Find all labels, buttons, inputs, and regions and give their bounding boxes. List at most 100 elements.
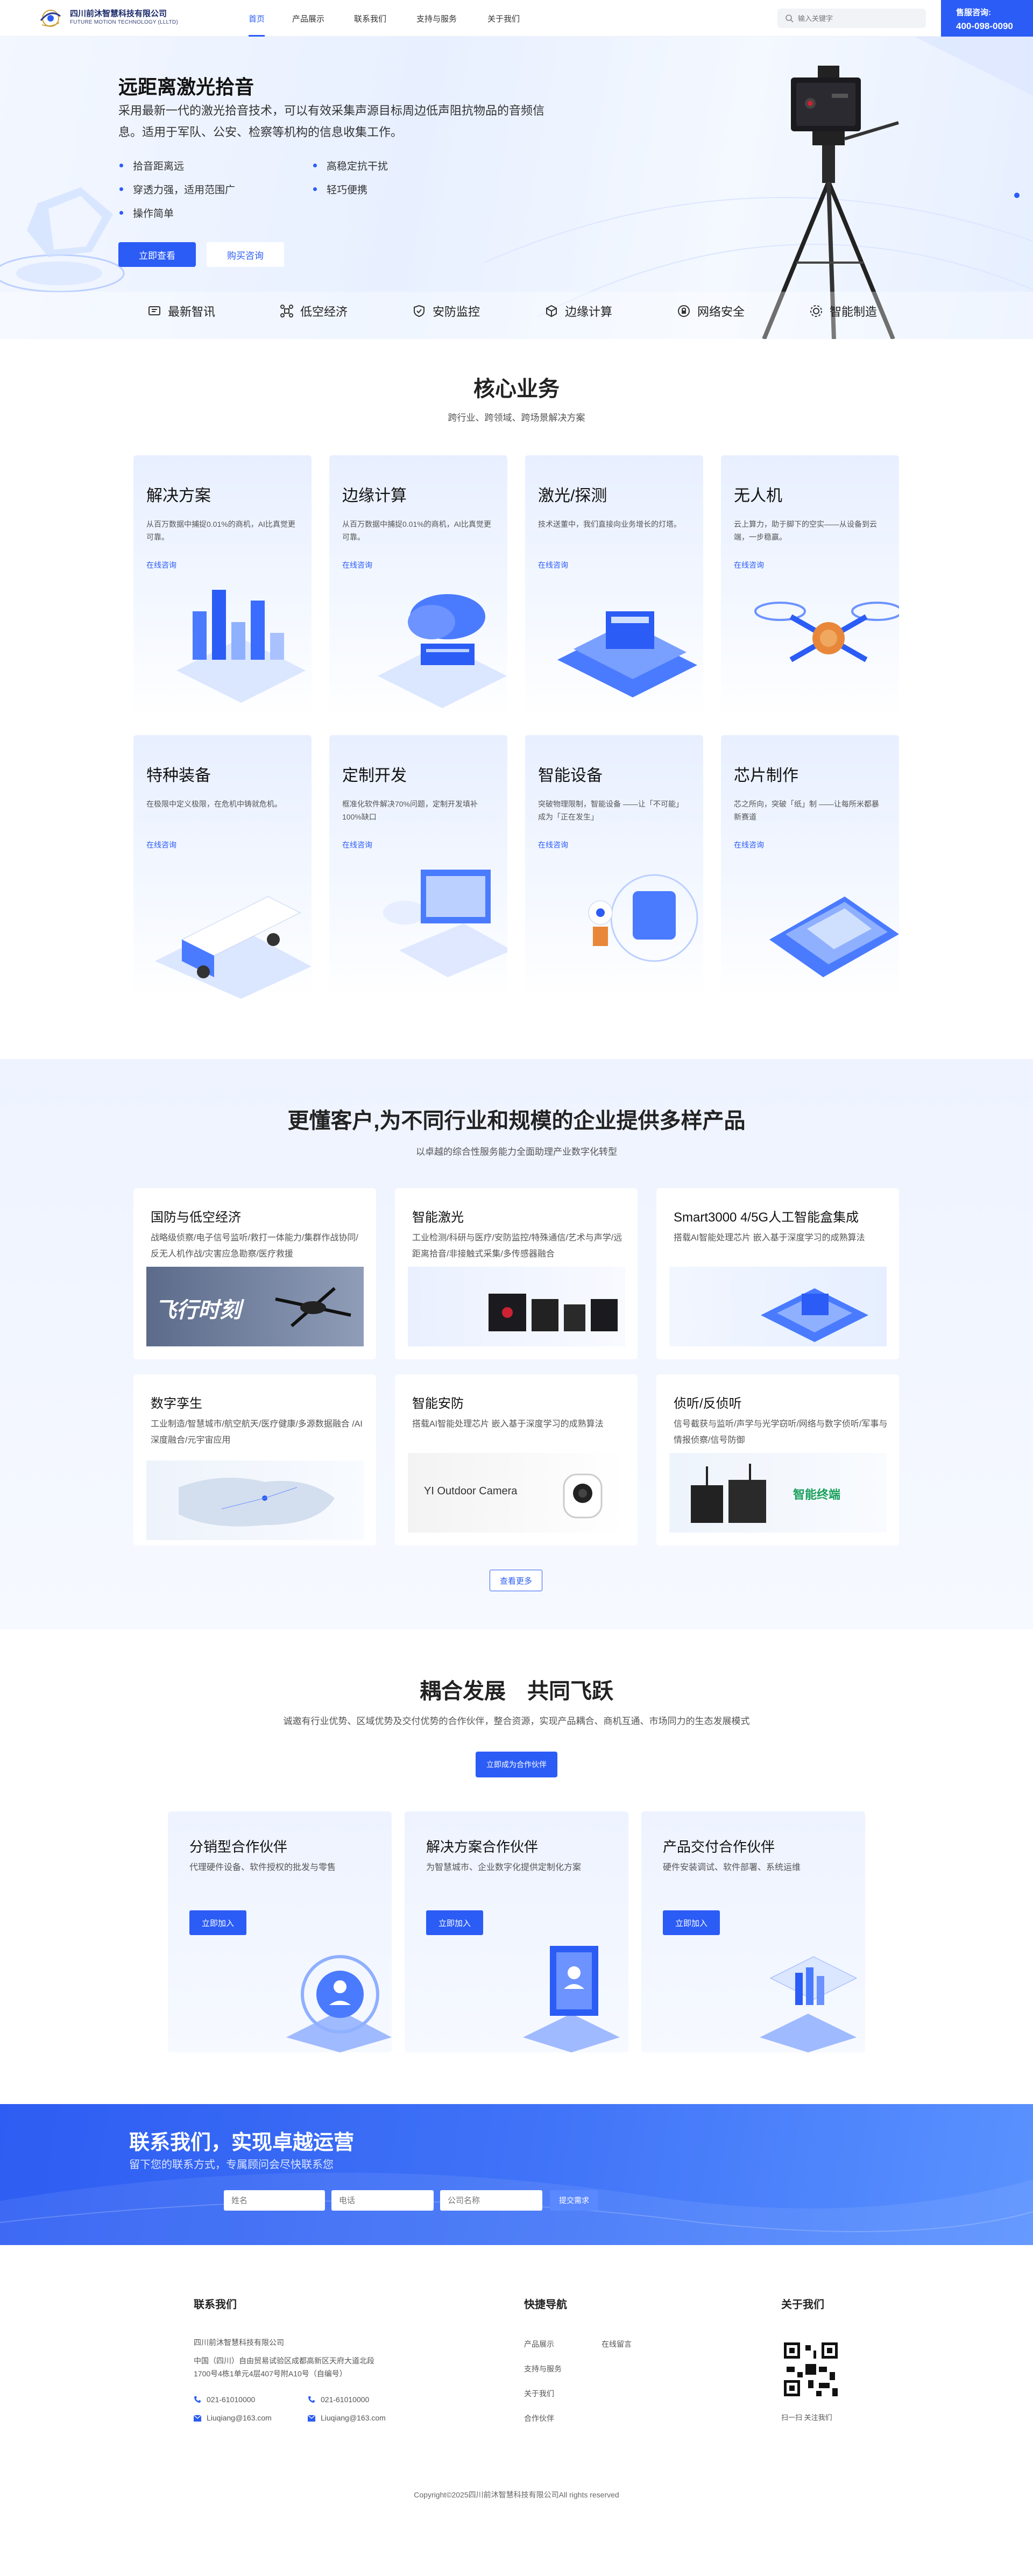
- business-card-chip[interactable]: 芯片制作 芯之所向，突破「纸」制 ——让每所米都暴新赛道 在线咨询: [721, 735, 899, 999]
- product-desc: 信号截获与监听/声学与光学窃听/网络与数字侦听/军事与情报侦察/信号防御: [674, 1420, 888, 1445]
- consult-link[interactable]: 在线咨询: [734, 839, 764, 850]
- footer-link-support[interactable]: 支持与服务: [524, 2363, 562, 2374]
- hotline-box[interactable]: 售服咨询: 400-098-0090: [941, 0, 1033, 37]
- slider-dot-active[interactable]: [1014, 193, 1020, 198]
- consult-link[interactable]: 在线咨询: [342, 560, 372, 570]
- nav-home[interactable]: 首页: [249, 0, 265, 37]
- search-input[interactable]: [798, 9, 922, 28]
- ai-box-icon: [761, 1288, 868, 1342]
- view-more-button[interactable]: 查看更多: [490, 1570, 542, 1591]
- partner-desc: 代理硬件设备、软件授权的批发与零售: [189, 1863, 336, 1872]
- company-input[interactable]: [440, 2190, 542, 2211]
- footer-link-message[interactable]: 在线留言: [602, 2339, 632, 2349]
- quicknav-security[interactable]: 安防监控: [412, 295, 480, 327]
- product-desc: 搭载AI智能处理芯片 嵌入基于深度学习的成熟算法: [412, 1420, 604, 1429]
- product-image: [669, 1267, 887, 1346]
- join-button[interactable]: 立即加入: [189, 1910, 246, 1935]
- product-desc: 工业制造/智慧城市/航空航天/医疗健康/多源数据融合 /AI 深度融合/元宇宙应…: [151, 1420, 363, 1445]
- products-subtitle: 以卓越的综合性服务能力全面助理产业数字化转型: [416, 1147, 617, 1157]
- business-card-special[interactable]: 特种装备 在极限中定义极限，在危机中铸就危机。 在线咨询: [133, 735, 312, 999]
- nav-support[interactable]: 支持与服务: [416, 0, 457, 37]
- product-card-laser[interactable]: 智能激光 工业检测/科研与医疗/安防监控/特殊通信/艺术与声学/远距离拾音/非接…: [395, 1188, 638, 1359]
- hero-banner: 远距离激光拾音 采用最新一代的激光拾音技术，可以有效采集声源目标周边低声阻抗物品…: [0, 37, 1033, 339]
- core-title: 核心业务: [473, 377, 560, 401]
- partner-card-distribution: 分销型合作伙伴 代理硬件设备、软件授权的批发与零售 立即加入: [168, 1811, 392, 2052]
- product-card-smart3000[interactable]: Smart3000 4/5G人工智能盒集成 搭载AI智能处理芯片 嵌入基于深度学…: [656, 1188, 899, 1359]
- footer-email-1[interactable]: Liuqiang@163.com: [207, 2411, 272, 2425]
- product-image-caption: 飞行时刻: [155, 1298, 241, 1322]
- footer-link-products[interactable]: 产品展示: [524, 2339, 554, 2349]
- feature-item: 高稳定抗干扰: [313, 158, 388, 173]
- submit-request-button[interactable]: 提交需求: [550, 2190, 598, 2211]
- qr-code: [781, 2340, 840, 2399]
- card-desc: 在极限中定义极限，在危机中铸就危机。: [146, 800, 282, 808]
- footer-address-1: 中国（四川）自由贸易试验区成都高新区天府大道北段: [194, 2356, 374, 2365]
- consult-link[interactable]: 在线咨询: [734, 560, 764, 570]
- quicknav-netsec[interactable]: 网络安全: [677, 295, 745, 327]
- product-card-security[interactable]: 智能安防 搭载AI智能处理芯片 嵌入基于深度学习的成熟算法 YI Outdoor…: [395, 1374, 638, 1545]
- quicknav-manufacture[interactable]: 智能制造: [809, 295, 877, 327]
- consult-link[interactable]: 在线咨询: [538, 560, 568, 570]
- product-title: 数字孪生: [151, 1396, 202, 1411]
- quicknav-lowalt[interactable]: 低空经济: [280, 295, 348, 327]
- phone-input[interactable]: [331, 2190, 434, 2211]
- product-image-caption: 智能终端: [793, 1488, 841, 1501]
- gear-icon: [810, 305, 822, 317]
- shield-icon: [414, 305, 424, 317]
- feature-item: 操作简单: [119, 206, 174, 220]
- buy-consult-button[interactable]: 购买咨询: [207, 242, 284, 267]
- card-desc: 芯之所向，突破「纸」制 ——让每所米都暴新赛道: [734, 800, 879, 821]
- business-card-laser[interactable]: 激光/探测 技术送董中，我们直接向业务增长的灯塔。 在线咨询: [525, 455, 703, 719]
- product-title: 国防与低空经济: [151, 1210, 241, 1225]
- nav-products[interactable]: 产品展示: [292, 0, 324, 37]
- company-name-en: FUTURE MOTION TECHNOLOGY (LLLTD): [70, 19, 178, 25]
- product-image: 飞行时刻: [146, 1267, 364, 1346]
- consult-link[interactable]: 在线咨询: [146, 839, 176, 850]
- quicknav-label: 边缘计算: [565, 305, 613, 319]
- company-logo[interactable]: [38, 6, 63, 30]
- business-card-smart[interactable]: 智能设备 突破物理限制，智能设备 ——让「不可能」成为「正在发生」 在线咨询: [525, 735, 703, 999]
- quicknav-label: 低空经济: [300, 305, 348, 319]
- view-now-button[interactable]: 立即查看: [118, 242, 196, 267]
- join-button[interactable]: 立即加入: [426, 1910, 483, 1935]
- name-input[interactable]: [224, 2190, 325, 2211]
- card-title: 边缘计算: [342, 487, 407, 505]
- consult-link[interactable]: 在线咨询: [146, 560, 176, 570]
- quicknav-edge[interactable]: 边缘计算: [544, 295, 612, 327]
- card-desc: 从百万数据中捕捉0.01%的商机，AI比真觉更可靠。: [342, 520, 491, 541]
- contact-subtitle: 留下您的联系方式，专属顾问会尽快联系您: [129, 2159, 334, 2171]
- footer-address-2: 1700号4栋1单元4层407号附A10号（自编号）: [194, 2369, 347, 2378]
- terminal-device-icon: [691, 1464, 766, 1523]
- become-partner-button[interactable]: 立即成为合作伙伴: [476, 1752, 557, 1777]
- footer-email-2[interactable]: Liuqiang@163.com: [321, 2411, 386, 2425]
- nav-contact[interactable]: 联系我们: [354, 0, 386, 37]
- partner-card-delivery: 产品交付合作伙伴 硬件安装调试、软件部署、系统运维 立即加入: [641, 1811, 865, 2052]
- footer-contact-title: 联系我们: [194, 2299, 237, 2311]
- product-card-defense[interactable]: 国防与低空经济 战略级侦察/电子信号监听/救打一体能力/集群作战协同/反无人机作…: [133, 1188, 376, 1359]
- quicknav-news[interactable]: 最新智讯: [147, 295, 215, 327]
- join-button[interactable]: 立即加入: [663, 1910, 720, 1935]
- consult-link[interactable]: 在线咨询: [342, 839, 372, 850]
- product-image: 智能终端: [669, 1453, 887, 1533]
- footer-phone-2: 021-61010000: [321, 2395, 370, 2404]
- footer-company: 四川前沐智慧科技有限公司: [194, 2338, 284, 2347]
- product-card-intercept[interactable]: 侦听/反侦听 信号截获与监听/声学与光学窃听/网络与数字侦听/军事与情报侦察/信…: [656, 1374, 899, 1545]
- product-card-twin[interactable]: 数字孪生 工业制造/智慧城市/航空航天/医疗健康/多源数据融合 /AI 深度融合…: [133, 1374, 376, 1545]
- search-icon[interactable]: [785, 14, 794, 23]
- business-card-edge[interactable]: 边缘计算 从百万数据中捕捉0.01%的商机，AI比真觉更可靠。 在线咨询: [329, 455, 507, 719]
- footer-link-about[interactable]: 关于我们: [524, 2388, 554, 2399]
- product-title: 智能安防: [412, 1396, 464, 1411]
- consult-link[interactable]: 在线咨询: [538, 839, 568, 850]
- mail-icon: [194, 2415, 201, 2422]
- business-card-custom[interactable]: 定制开发 框准化软件解决70%问题，定制开发填补100%缺口 在线咨询: [329, 735, 507, 999]
- product-desc: 工业检测/科研与医疗/安防监控/特殊通信/艺术与声学/远距离拾音/非接触式采集/…: [412, 1233, 622, 1259]
- business-card-solutions[interactable]: 解决方案 从百万数据中捕捉0.01%的商机，AI比真觉更可靠。 在线咨询: [133, 455, 312, 719]
- nav-about[interactable]: 关于我们: [487, 0, 520, 37]
- footer-link-partners[interactable]: 合作伙伴: [524, 2413, 554, 2424]
- mail-icon: [308, 2415, 315, 2422]
- laser-devices-icon: [489, 1294, 618, 1331]
- business-card-drone[interactable]: 无人机 云上算力，助于脚下的空实——从设备到云端，一步稳赢。 在线咨询: [721, 455, 899, 719]
- card-title: 智能设备: [538, 767, 603, 785]
- company-name: 四川前沐智慧科技有限公司: [70, 9, 167, 18]
- quicknav-label: 网络安全: [697, 305, 745, 319]
